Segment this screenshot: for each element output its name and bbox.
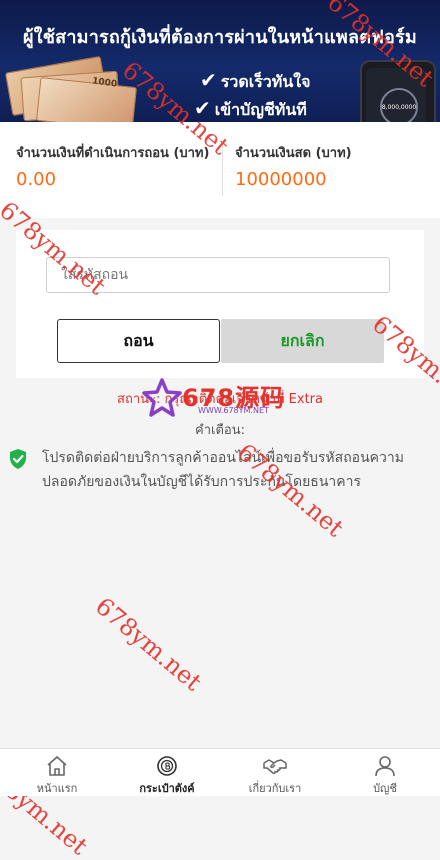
withdrawing-value: 0.00 bbox=[16, 169, 57, 190]
tab-label: หน้าแรก bbox=[36, 782, 78, 795]
phone-amount: 8,000,0000 bbox=[380, 88, 418, 122]
tab-wallet[interactable]: กระเป๋าตังค์ bbox=[112, 755, 222, 797]
tab-home[interactable]: หน้าแรก bbox=[2, 755, 112, 797]
tab-label: เกี่ยวกับเรา bbox=[248, 782, 302, 795]
wallet-icon bbox=[157, 756, 177, 776]
withdraw-code-input[interactable] bbox=[46, 257, 390, 293]
money-stack-image bbox=[0, 55, 138, 122]
withdrawing-label: จำนวนเงินที่ดำเนินการถอน (บาท) bbox=[16, 146, 210, 161]
tab-account[interactable]: บัญชี bbox=[330, 755, 440, 797]
withdraw-button[interactable]: ถอน bbox=[57, 319, 220, 363]
banner-points: ✔ รวดเร็วทันใจ ✔ เข้าบัญชีทันที bbox=[194, 66, 311, 122]
cash-label: จำนวนเงินสด (บาท) bbox=[235, 146, 352, 161]
withdrawing-balance: จำนวนเงินที่ดำเนินการถอน (บาท) 0.00 bbox=[16, 142, 216, 190]
check-icon: ✔ bbox=[200, 68, 217, 92]
cancel-button[interactable]: ยกเลิก bbox=[221, 319, 384, 363]
tab-about[interactable]: เกี่ยวกับเรา bbox=[220, 755, 330, 797]
check-icon: ✔ bbox=[194, 96, 211, 120]
watermark-text: 678ym.net bbox=[90, 592, 207, 697]
banner-point: ✔ เข้าบัญชีทันที bbox=[194, 96, 307, 120]
warning-label: คำเตือน: bbox=[195, 423, 245, 438]
cash-value: 10000000 bbox=[235, 169, 327, 190]
tab-label: บัญชี bbox=[373, 782, 397, 795]
banner-point: ✔ รวดเร็วทันใจ bbox=[200, 68, 311, 92]
promo-banner[interactable]: ผู้ใช้สามารถกู้เงินที่ต้องการผ่านในหน้าแ… bbox=[0, 0, 440, 122]
user-icon bbox=[375, 756, 395, 777]
bottom-tab-bar: หน้าแรก กระเป๋าตังค์ เกี่ยวกับเรา บัญชี bbox=[0, 748, 440, 796]
status-text: สถานะ: กรุณาติดต่อเจ้าหน้าที่ Extra bbox=[117, 392, 323, 407]
balance-panel: จำนวนเงินที่ดำเนินการถอน (บาท) 0.00 จำนว… bbox=[0, 122, 440, 218]
handshake-icon bbox=[263, 759, 287, 775]
cash-balance: จำนวนเงินสด (บาท) 10000000 bbox=[235, 142, 435, 190]
withdraw-card: ถอน ยกเลิก bbox=[16, 230, 424, 378]
balance-divider bbox=[222, 144, 223, 196]
warning-text: โปรดติดต่อฝ่ายบริการลูกค้าออนไลน์เพื่อขอ… bbox=[42, 450, 404, 490]
shield-check-icon bbox=[10, 449, 26, 469]
phone-image: 8,000,0000 bbox=[360, 60, 436, 122]
banner-title: ผู้ใช้สามารถกู้เงินที่ต้องการผ่านในหน้าแ… bbox=[23, 27, 417, 48]
home-icon bbox=[47, 756, 67, 776]
tab-label: กระเป๋าตังค์ bbox=[139, 782, 195, 795]
